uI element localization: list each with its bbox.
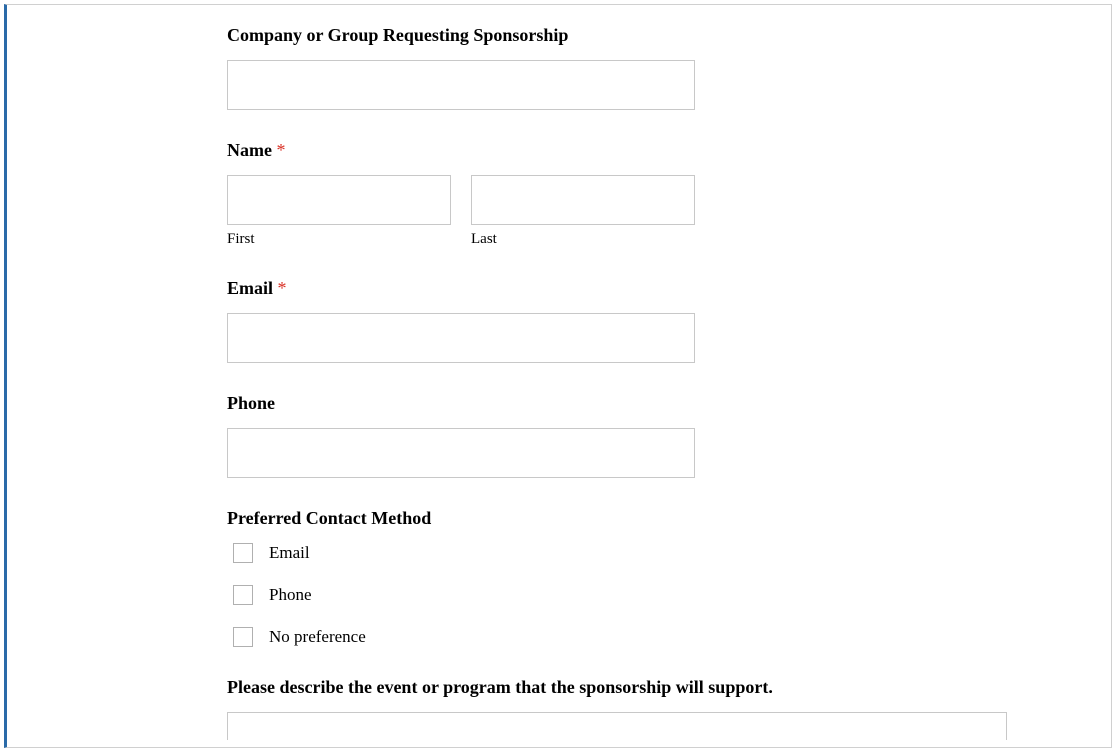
phone-input[interactable] [227, 428, 695, 478]
last-name-col: Last [471, 175, 695, 248]
name-row: First Last [227, 175, 787, 248]
name-label: Name * [227, 140, 787, 161]
form-container: Company or Group Requesting Sponsorship … [7, 25, 807, 740]
checkbox-email-label: Email [269, 543, 310, 563]
contact-option-nopref: No preference [233, 627, 787, 647]
email-label-text: Email [227, 278, 273, 298]
checkbox-nopref[interactable] [233, 627, 253, 647]
last-name-sublabel: Last [471, 231, 695, 248]
contact-method-options: Email Phone No preference [227, 543, 787, 647]
phone-label: Phone [227, 393, 787, 414]
email-group: Email * [227, 278, 787, 363]
name-group: Name * First Last [227, 140, 787, 248]
describe-group: Please describe the event or program tha… [227, 677, 787, 740]
email-input[interactable] [227, 313, 695, 363]
company-group: Company or Group Requesting Sponsorship [227, 25, 787, 110]
contact-method-group: Preferred Contact Method Email Phone No … [227, 508, 787, 647]
company-input[interactable] [227, 60, 695, 110]
company-label: Company or Group Requesting Sponsorship [227, 25, 787, 46]
email-label: Email * [227, 278, 787, 299]
last-name-input[interactable] [471, 175, 695, 225]
checkbox-nopref-label: No preference [269, 627, 366, 647]
form-page: Company or Group Requesting Sponsorship … [4, 4, 1112, 748]
contact-option-phone: Phone [233, 585, 787, 605]
describe-label: Please describe the event or program tha… [227, 677, 787, 698]
phone-group: Phone [227, 393, 787, 478]
contact-option-email: Email [233, 543, 787, 563]
contact-method-label: Preferred Contact Method [227, 508, 787, 529]
checkbox-phone-label: Phone [269, 585, 312, 605]
name-label-text: Name [227, 140, 272, 160]
first-name-sublabel: First [227, 231, 451, 248]
first-name-input[interactable] [227, 175, 451, 225]
name-required: * [276, 140, 285, 160]
checkbox-phone[interactable] [233, 585, 253, 605]
email-required: * [278, 278, 287, 298]
first-name-col: First [227, 175, 451, 248]
checkbox-email[interactable] [233, 543, 253, 563]
describe-textarea[interactable] [227, 712, 1007, 740]
